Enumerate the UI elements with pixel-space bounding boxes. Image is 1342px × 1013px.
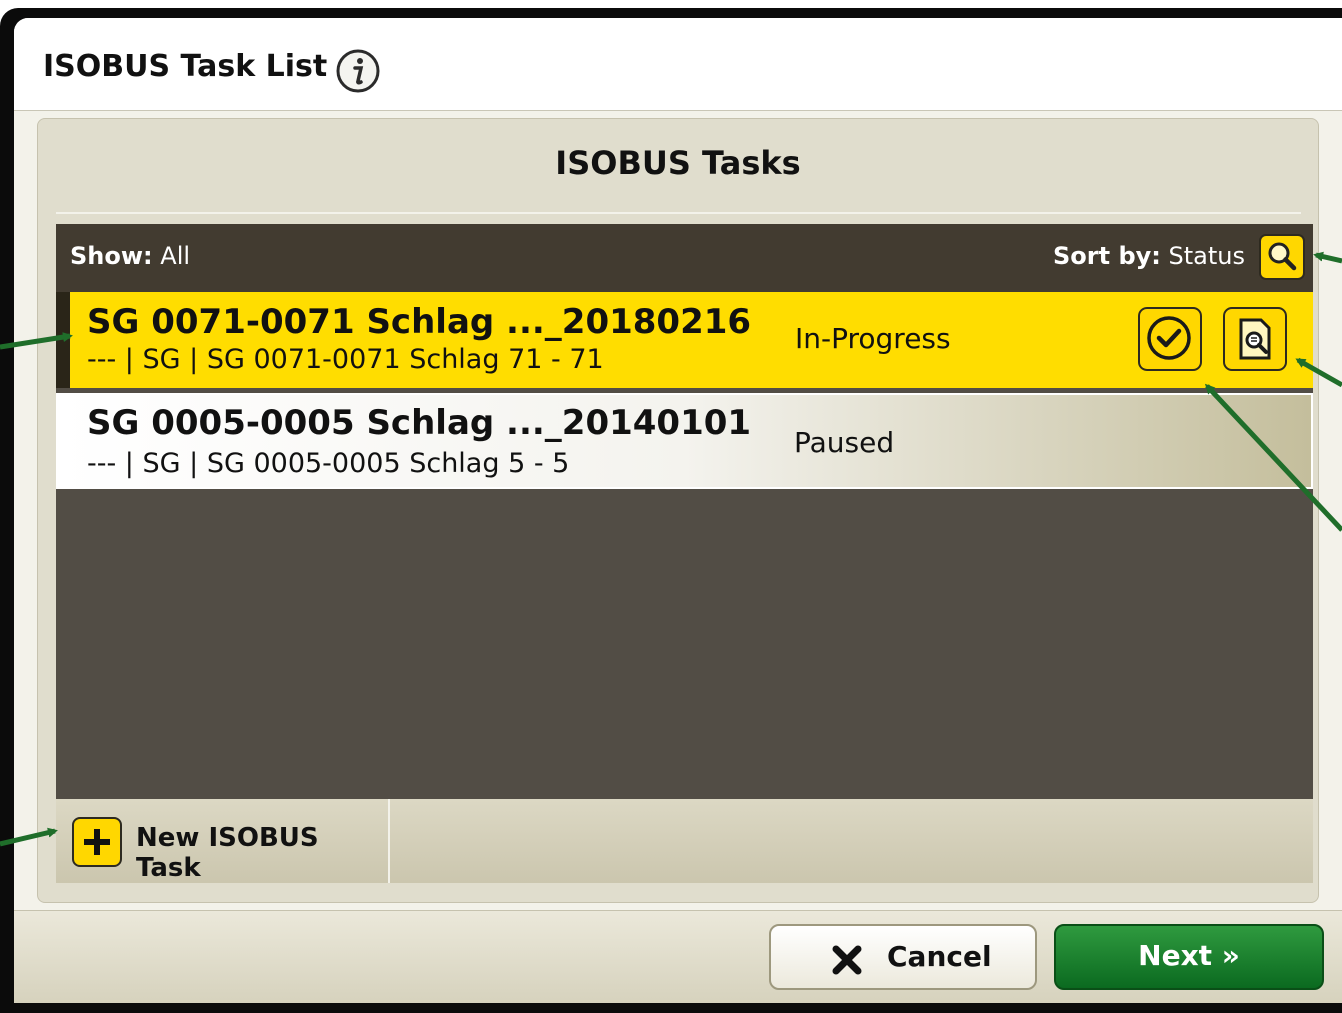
next-button[interactable]: Next » — [1054, 924, 1324, 990]
close-icon — [832, 945, 862, 975]
task-details: --- | SG | SG 0005-0005 Schlag 5 - 5 — [87, 448, 570, 479]
show-filter[interactable]: Show: All — [70, 242, 190, 270]
sort-label: Sort by: — [1053, 242, 1161, 270]
panel-divider — [56, 212, 1301, 214]
task-actions-bar: New ISOBUS Task — [56, 799, 1313, 883]
task-row[interactable]: SG 0005-0005 Schlag ..._20140101 --- | S… — [56, 393, 1313, 489]
tasks-panel: ISOBUS Tasks Show: All Sort by: Status S… — [37, 118, 1319, 903]
new-task-label: New ISOBUS Task — [136, 823, 319, 883]
filter-toolbar: Show: All Sort by: Status — [56, 224, 1313, 292]
task-row-selected[interactable]: SG 0071-0071 Schlag ..._20180216 --- | S… — [56, 292, 1313, 388]
title-bar: ISOBUS Task List — [14, 18, 1342, 111]
new-task-button[interactable]: New ISOBUS Task — [56, 799, 390, 883]
task-details: --- | SG | SG 0071-0071 Schlag 71 - 71 — [87, 344, 604, 375]
checkmark-icon — [1147, 316, 1191, 360]
panel-heading: ISOBUS Tasks — [555, 144, 801, 182]
dialog-footer: Cancel Next » — [14, 910, 1342, 1003]
document-search-icon — [1239, 318, 1271, 360]
sort-indicator: Sort by: Status — [1053, 242, 1245, 270]
plus-icon — [72, 817, 122, 867]
sort-button[interactable] — [1259, 234, 1305, 280]
search-icon — [1268, 242, 1297, 271]
task-name: SG 0071-0071 Schlag ..._20180216 — [87, 302, 752, 342]
plus-glyph — [84, 829, 110, 855]
sort-value: Status — [1168, 242, 1245, 270]
task-list-dialog: ISOBUS Task List ISOBUS Tasks Show: All … — [14, 18, 1342, 1003]
show-value: All — [160, 242, 191, 270]
complete-task-button[interactable] — [1138, 307, 1202, 371]
info-icon[interactable] — [335, 48, 381, 94]
next-label: Next » — [1138, 939, 1240, 972]
task-status: In-Progress — [795, 322, 951, 355]
cancel-button[interactable]: Cancel — [769, 924, 1037, 990]
task-status: Paused — [794, 426, 895, 459]
task-list: SG 0071-0071 Schlag ..._20180216 --- | S… — [56, 292, 1313, 799]
view-task-button[interactable] — [1223, 307, 1287, 371]
cancel-label: Cancel — [887, 940, 992, 973]
task-name: SG 0005-0005 Schlag ..._20140101 — [87, 403, 752, 443]
page-title: ISOBUS Task List — [43, 49, 328, 84]
show-label: Show: — [70, 242, 153, 270]
